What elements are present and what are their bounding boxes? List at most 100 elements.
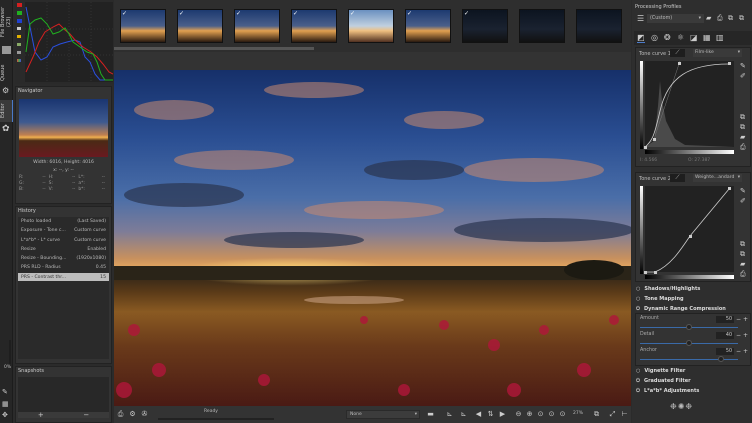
fullscreen-icon[interactable]: ⤢	[608, 410, 617, 419]
paste-profile-icon[interactable]: ⧉	[739, 14, 744, 23]
expander-icon[interactable]: ○	[636, 368, 640, 374]
metadata-tab-icon[interactable]: ▥	[716, 33, 724, 42]
filmstrip-thumbnail[interactable]: ✓	[405, 9, 451, 43]
external-editor-icon[interactable]: ✇	[140, 410, 149, 419]
color-profile-icon[interactable]: ▬	[426, 410, 435, 419]
pick-curve2-icon[interactable]: ✐	[740, 197, 746, 205]
history-item[interactable]: Photo loaded (Last Saved)	[18, 217, 109, 227]
history-item[interactable]: Exposure - Tone c... Custom curve	[18, 226, 109, 236]
remove-snapshot-button[interactable]: −	[64, 412, 110, 419]
edit-curve-icon[interactable]: ✎	[740, 62, 746, 70]
slider-stepper[interactable]: − +	[736, 348, 748, 355]
luminance-toggle[interactable]	[17, 27, 21, 30]
tool-expander[interactable]: ○ Tone Mapping	[632, 294, 752, 304]
zoom-fit-crop-icon[interactable]: ⊙	[558, 410, 567, 419]
curve2-save-icon[interactable]: ⎙	[740, 270, 746, 279]
history-item[interactable]: PRS - Contrast thr... 15	[18, 272, 109, 283]
filmstrip-thumbnail[interactable]	[576, 9, 622, 43]
curve2-paste-icon[interactable]: ⧉	[740, 250, 745, 259]
expander-icon[interactable]: ○	[636, 296, 640, 302]
expander-icon[interactable]: ○	[636, 286, 640, 292]
filmstrip-thumbnail[interactable]: ✓	[120, 9, 166, 43]
edit-curve2-icon[interactable]: ✎	[740, 187, 746, 195]
curve-copy-icon[interactable]: ⧉	[740, 113, 745, 122]
next-image-icon[interactable]: ▶	[498, 410, 507, 419]
zoom-fit-icon[interactable]: ⊙	[547, 410, 556, 419]
chroma-toggle[interactable]	[17, 35, 21, 38]
raw-toggle[interactable]	[17, 43, 21, 46]
gamut-icon[interactable]: ⊾	[445, 410, 454, 419]
profile-select[interactable]: None ▾	[346, 410, 420, 419]
raw-tab-icon[interactable]: ▦	[703, 33, 711, 42]
tab-queue[interactable]: Queue	[0, 62, 13, 84]
color-tab-icon[interactable]: ❂	[664, 33, 671, 42]
history-item[interactable]: Resize Enabled	[18, 245, 109, 255]
profile-list-icon[interactable]: ☰	[637, 14, 644, 23]
history-item[interactable]: Resize - Bounding... (1920x1080)	[18, 254, 109, 264]
power-icon[interactable]: ⏻	[636, 306, 640, 312]
save-profile-icon[interactable]: ⎙	[717, 14, 723, 23]
filmstrip-scrollbar[interactable]	[114, 47, 314, 50]
curve2-open-icon[interactable]: ▰	[740, 260, 745, 268]
copy-profile-icon[interactable]: ⧉	[728, 14, 733, 23]
power-icon[interactable]: ⏻	[636, 378, 640, 384]
curve-paste-icon[interactable]: ⧉	[740, 123, 745, 132]
tone-curve2-mode[interactable]: Weighte...andard ▾	[693, 174, 742, 182]
filmstrip-thumbnail[interactable]: ✓	[291, 9, 337, 43]
sync-icon[interactable]: ⇅	[486, 410, 495, 419]
history-item[interactable]: L*a*b* - L* curve Custom curve	[18, 236, 109, 245]
tab-editor[interactable]: Editor	[0, 100, 13, 122]
slider-value[interactable]: 40	[716, 332, 734, 339]
curve-open-icon[interactable]: ▰	[740, 133, 745, 141]
power-icon[interactable]: ⏻	[636, 388, 640, 394]
filmstrip-thumbnail[interactable]: ✓	[348, 9, 394, 43]
detail-tab-icon[interactable]: ◎	[651, 33, 658, 42]
move-icon[interactable]: ✥	[2, 411, 8, 419]
drc-slider[interactable]: Detail 40− +	[636, 331, 750, 347]
zoom-slider[interactable]	[9, 340, 11, 365]
zoom-in-icon[interactable]: ⊕	[525, 410, 534, 419]
filmstrip-thumbnail[interactable]: ✓	[234, 9, 280, 43]
drc-slider[interactable]: Amount 50− +	[636, 315, 750, 331]
save-icon[interactable]: ⎙	[116, 410, 125, 419]
queue-icon[interactable]: ⚙	[128, 410, 137, 419]
image-preview[interactable]	[114, 70, 631, 406]
slider-value[interactable]: 50	[716, 316, 734, 323]
tone-curve1-mode[interactable]: Film-like ▾	[693, 49, 742, 57]
transform-tab-icon[interactable]: ◪	[690, 33, 698, 42]
tone-curve2-graph[interactable]	[640, 186, 738, 280]
curve2-type-button[interactable]: ⟋	[670, 174, 685, 182]
curve-type-button[interactable]: ⟋	[670, 49, 685, 57]
mode-toggle[interactable]	[17, 59, 21, 62]
bar-toggle[interactable]	[17, 51, 21, 54]
slider-value[interactable]: 50	[716, 348, 734, 355]
filmstrip-thumbnail[interactable]	[519, 9, 565, 43]
tool-expander[interactable]: ⏻ L*a*b* Adjustments	[632, 386, 752, 396]
exposure-tab-icon[interactable]: ◩	[637, 33, 645, 43]
zoom-out-icon[interactable]: ⊖	[514, 410, 523, 419]
tool-expander[interactable]: ○ Shadows/Highlights	[632, 284, 752, 294]
curve2-copy-icon[interactable]: ⧉	[740, 240, 745, 249]
tool-expander[interactable]: ○ Vignette Filter	[632, 366, 752, 376]
open-folder-icon[interactable]: ▰	[706, 14, 711, 22]
pick-curve-icon[interactable]: ✐	[740, 72, 746, 80]
tool-expander[interactable]: ⏻ Graduated Filter	[632, 376, 752, 386]
collapse-panel-icon[interactable]: ⊢	[620, 410, 629, 419]
red-toggle[interactable]	[17, 3, 22, 7]
navigator-preview[interactable]	[19, 99, 108, 157]
slider-stepper[interactable]: − +	[736, 332, 748, 339]
history-item[interactable]: PRS RLD - Radius 0.45	[18, 263, 109, 273]
drc-slider[interactable]: Anchor 50− +	[636, 347, 750, 363]
curve-save-icon[interactable]: ⎙	[740, 143, 746, 152]
new-window-icon[interactable]: ⧉	[592, 410, 601, 419]
picker-icon[interactable]: ✎	[2, 388, 8, 396]
profile-dropdown[interactable]: (Custom) ▾	[647, 14, 704, 23]
previous-image-icon[interactable]: ◀	[474, 410, 483, 419]
blue-toggle[interactable]	[17, 19, 22, 23]
soft-proof-icon[interactable]: ⊾	[459, 410, 468, 419]
tab-file-browser[interactable]: File Browser (23)	[0, 2, 13, 42]
tone-curve1-graph[interactable]	[640, 61, 738, 155]
add-snapshot-button[interactable]: +	[18, 412, 64, 419]
filmstrip-thumbnail[interactable]: ✓	[462, 9, 508, 43]
filmstrip-thumbnail[interactable]: ✓	[177, 9, 223, 43]
